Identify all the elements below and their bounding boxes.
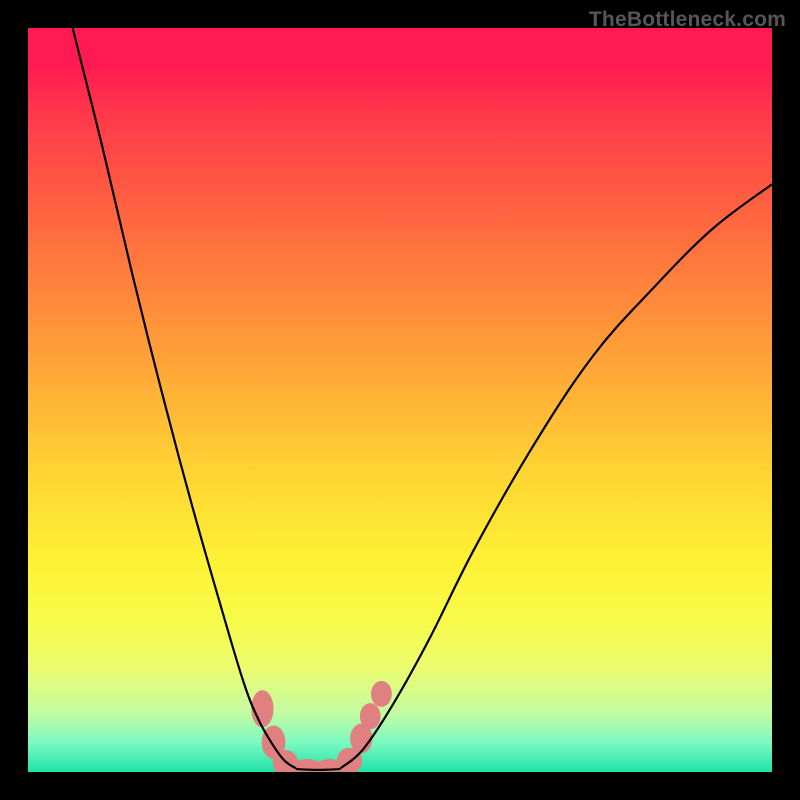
watermark-text: TheBottleneck.com (589, 8, 786, 32)
data-blob (360, 703, 381, 729)
blob-layer (251, 681, 392, 772)
plot-area (28, 28, 772, 772)
data-blob (371, 681, 392, 707)
chart-svg (28, 28, 772, 772)
right-curve (340, 184, 772, 768)
left-curve (73, 28, 296, 768)
chart-frame: TheBottleneck.com (0, 0, 800, 800)
valley-floor (296, 769, 341, 770)
